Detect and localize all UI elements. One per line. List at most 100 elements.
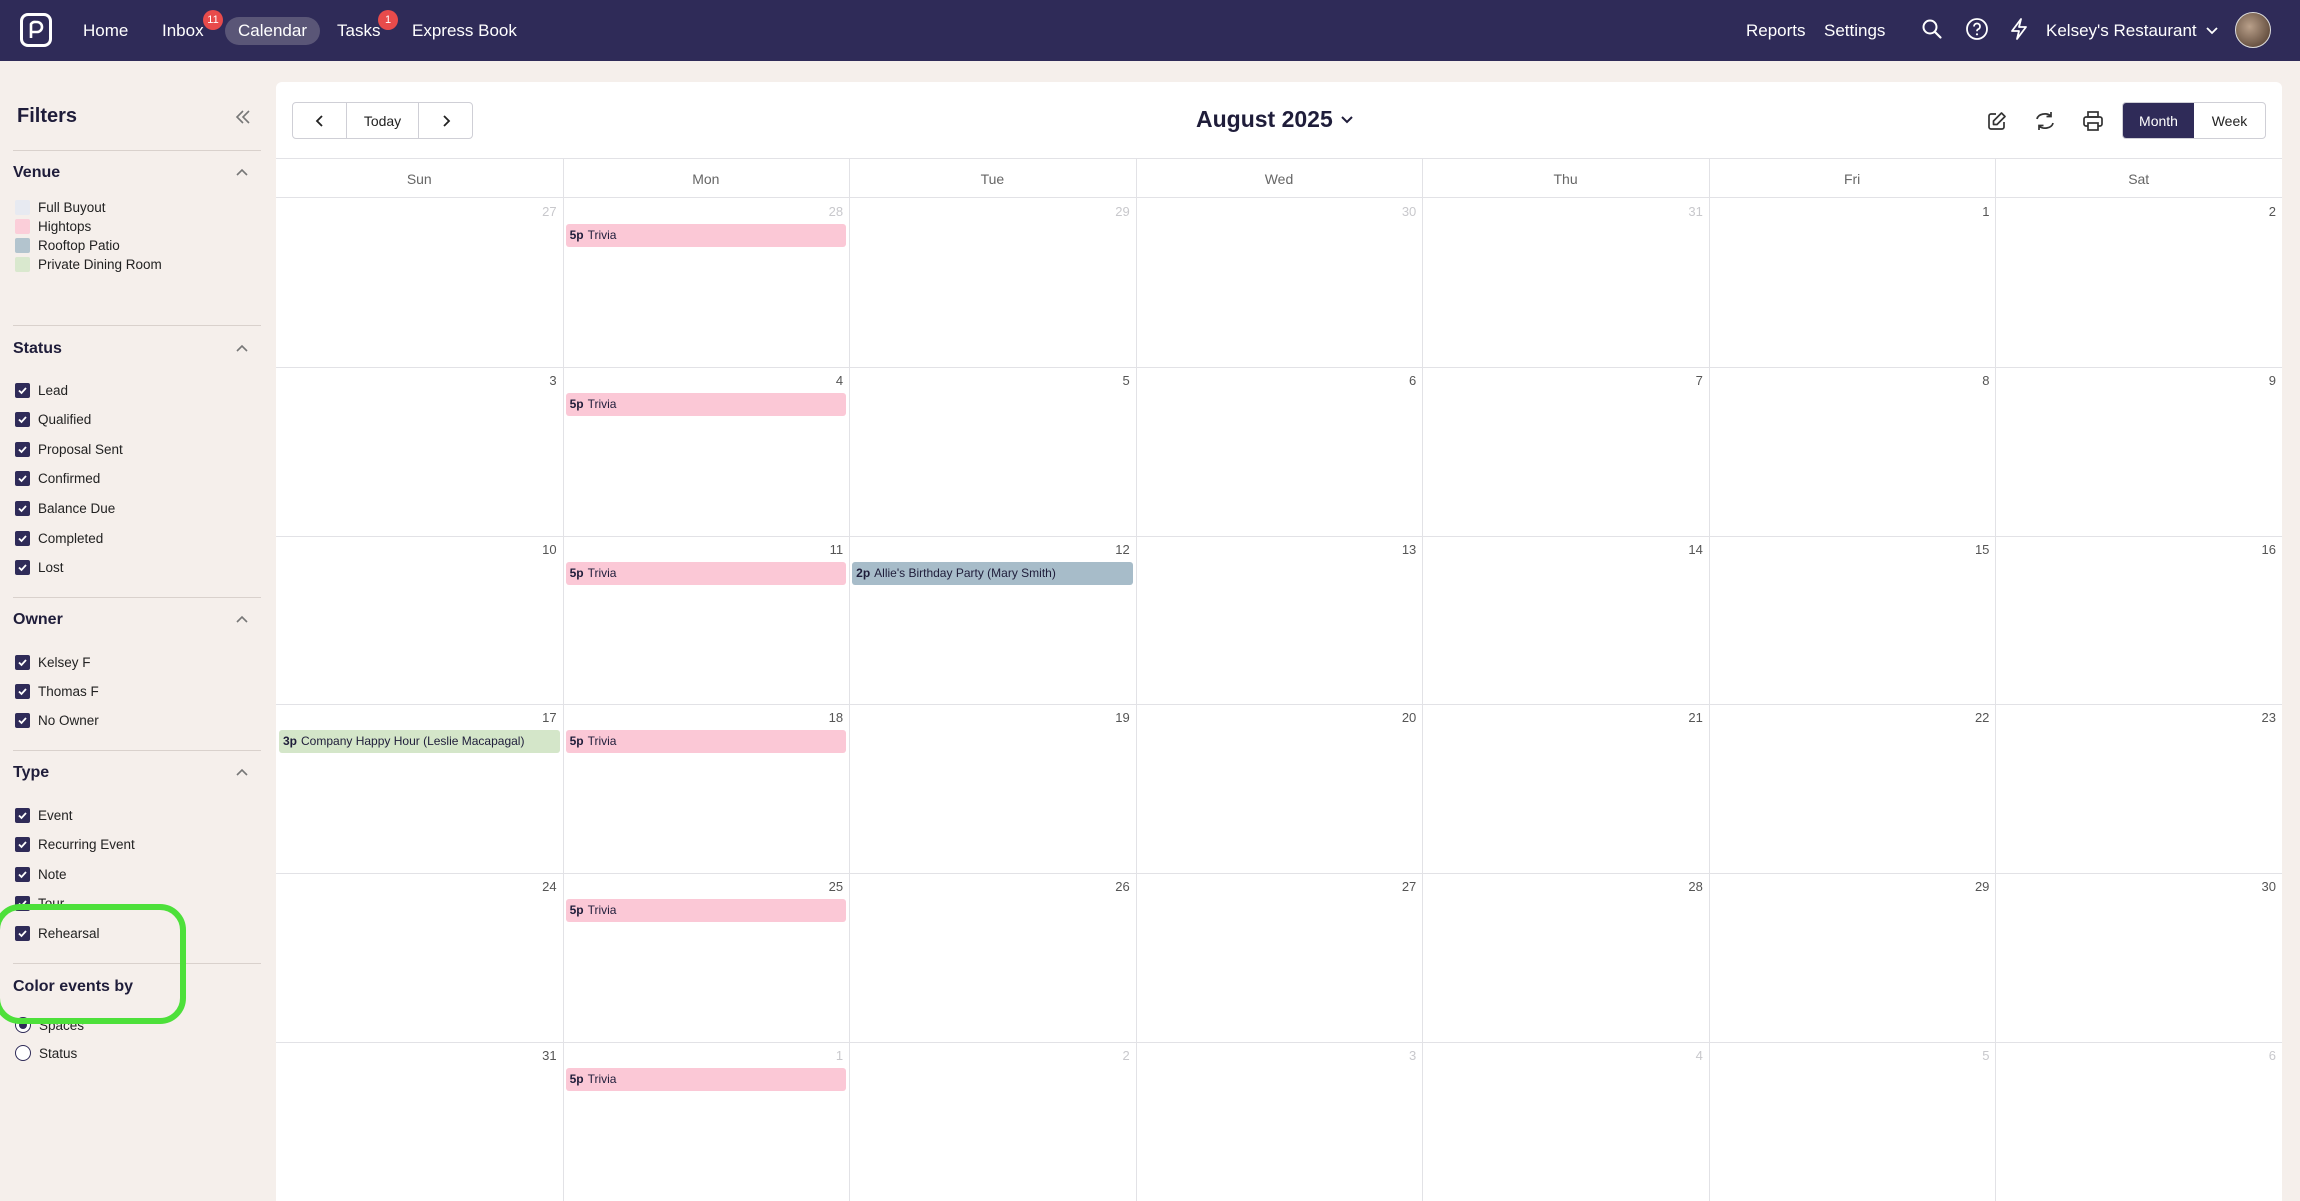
week-view-button[interactable]: Week bbox=[2194, 103, 2265, 138]
day-cell[interactable] bbox=[1995, 367, 2282, 536]
day-cell[interactable] bbox=[1422, 704, 1709, 873]
filter-option[interactable]: Proposal Sent bbox=[15, 440, 123, 458]
app-logo[interactable] bbox=[20, 13, 52, 47]
day-cell[interactable] bbox=[1709, 536, 1996, 705]
day-cell[interactable] bbox=[849, 704, 1136, 873]
day-cell[interactable] bbox=[1422, 367, 1709, 536]
day-cell[interactable] bbox=[276, 367, 563, 536]
calendar-event[interactable]: 5p Trivia bbox=[565, 899, 847, 923]
day-cell[interactable] bbox=[1136, 198, 1423, 367]
print-icon[interactable] bbox=[2078, 106, 2108, 136]
calendar-event[interactable]: 2p Allie's Birthday Party (Mary Smith) bbox=[852, 561, 1133, 585]
checkbox[interactable] bbox=[15, 560, 30, 576]
radio-status[interactable]: Status bbox=[15, 1044, 77, 1062]
day-cell[interactable] bbox=[1422, 873, 1709, 1042]
filter-option[interactable]: Hightops bbox=[15, 217, 91, 235]
filter-option[interactable]: No Owner bbox=[15, 712, 99, 730]
filter-option[interactable]: Private Dining Room bbox=[15, 256, 162, 274]
checkbox[interactable] bbox=[15, 683, 30, 699]
radio-button[interactable] bbox=[15, 1045, 31, 1061]
checkbox[interactable] bbox=[15, 412, 30, 428]
filter-option[interactable]: Confirmed bbox=[15, 470, 100, 488]
calendar-event[interactable]: 5p Trivia bbox=[565, 730, 847, 754]
day-cell[interactable] bbox=[1709, 367, 1996, 536]
chevron-up-icon[interactable] bbox=[233, 611, 251, 629]
filter-option[interactable]: Event bbox=[15, 806, 73, 824]
calendar-event[interactable]: 5p Trivia bbox=[565, 561, 847, 585]
day-cell[interactable] bbox=[1709, 704, 1996, 873]
day-cell[interactable] bbox=[849, 1042, 1136, 1201]
checkbox[interactable] bbox=[15, 382, 30, 398]
filter-option[interactable]: Thomas F bbox=[15, 682, 99, 700]
day-cell[interactable] bbox=[1995, 536, 2282, 705]
account-switcher[interactable]: Kelsey's Restaurant bbox=[2046, 17, 2219, 45]
prev-month-button[interactable] bbox=[293, 103, 346, 138]
filter-option[interactable]: Rooftop Patio bbox=[15, 237, 120, 255]
nav-tasks[interactable]: Tasks bbox=[337, 17, 380, 45]
filter-option[interactable]: Kelsey F bbox=[15, 653, 91, 671]
today-button[interactable]: Today bbox=[346, 103, 418, 138]
nav-express-book[interactable]: Express Book bbox=[412, 17, 517, 45]
day-cell[interactable] bbox=[276, 198, 563, 367]
day-cell[interactable] bbox=[1422, 536, 1709, 705]
day-cell[interactable] bbox=[1136, 704, 1423, 873]
day-cell[interactable] bbox=[276, 873, 563, 1042]
calendar-event[interactable]: 5p Trivia bbox=[565, 392, 847, 416]
day-cell[interactable] bbox=[1709, 1042, 1996, 1201]
chevron-up-icon[interactable] bbox=[233, 764, 251, 782]
next-month-button[interactable] bbox=[418, 103, 472, 138]
day-cell[interactable] bbox=[1709, 873, 1996, 1042]
edit-icon[interactable] bbox=[1982, 106, 2012, 136]
checkbox[interactable] bbox=[15, 837, 30, 852]
sync-icon[interactable] bbox=[2030, 106, 2060, 136]
help-icon[interactable] bbox=[1963, 15, 1991, 43]
day-cell[interactable] bbox=[1136, 1042, 1423, 1201]
checkbox[interactable] bbox=[15, 441, 30, 457]
month-view-button[interactable]: Month bbox=[2123, 103, 2194, 138]
filter-option[interactable]: Qualified bbox=[15, 411, 91, 429]
lightning-icon[interactable] bbox=[2005, 15, 2033, 43]
day-cell[interactable] bbox=[1709, 198, 1996, 367]
day-cell[interactable] bbox=[1995, 704, 2282, 873]
checkbox[interactable] bbox=[15, 654, 30, 670]
nav-home[interactable]: Home bbox=[83, 17, 128, 45]
chevron-up-icon[interactable] bbox=[233, 164, 251, 182]
filter-option[interactable]: Note bbox=[15, 865, 67, 883]
checkbox[interactable] bbox=[15, 218, 30, 234]
day-cell[interactable] bbox=[1136, 367, 1423, 536]
day-cell[interactable] bbox=[1136, 536, 1423, 705]
checkbox[interactable] bbox=[15, 530, 30, 546]
day-cell[interactable] bbox=[849, 367, 1136, 536]
filter-option[interactable]: Balance Due bbox=[15, 499, 115, 517]
calendar-event[interactable]: 3p Company Happy Hour (Leslie Macapagal) bbox=[279, 730, 560, 754]
checkbox[interactable] bbox=[15, 807, 30, 823]
day-cell[interactable] bbox=[1136, 873, 1423, 1042]
filter-option[interactable]: Lead bbox=[15, 381, 68, 399]
month-picker[interactable]: August 2025 bbox=[1196, 106, 1355, 133]
nav-calendar[interactable]: Calendar bbox=[225, 17, 320, 45]
search-icon[interactable] bbox=[1918, 15, 1946, 43]
filter-option[interactable]: Completed bbox=[15, 529, 103, 547]
checkbox[interactable] bbox=[15, 471, 30, 487]
day-cell[interactable] bbox=[849, 873, 1136, 1042]
chevron-up-icon[interactable] bbox=[233, 340, 251, 358]
day-cell[interactable] bbox=[1995, 1042, 2282, 1201]
day-cell[interactable] bbox=[849, 536, 1136, 705]
day-cell[interactable] bbox=[563, 536, 850, 705]
nav-reports[interactable]: Reports bbox=[1746, 17, 1806, 45]
day-cell[interactable] bbox=[1995, 198, 2282, 367]
day-cell[interactable] bbox=[276, 1042, 563, 1201]
calendar-event[interactable]: 5p Trivia bbox=[565, 224, 847, 247]
nav-settings[interactable]: Settings bbox=[1824, 17, 1885, 45]
checkbox[interactable] bbox=[15, 257, 30, 273]
checkbox[interactable] bbox=[15, 199, 30, 215]
checkbox[interactable] bbox=[15, 238, 30, 254]
day-cell[interactable] bbox=[849, 198, 1136, 367]
filter-option[interactable]: Lost bbox=[15, 559, 64, 577]
calendar-event[interactable]: 5p Trivia bbox=[565, 1068, 847, 1091]
day-cell[interactable] bbox=[1422, 198, 1709, 367]
day-cell[interactable] bbox=[276, 536, 563, 705]
filter-option[interactable]: Full Buyout bbox=[15, 198, 106, 216]
checkbox[interactable] bbox=[15, 500, 30, 516]
checkbox[interactable] bbox=[15, 866, 30, 882]
